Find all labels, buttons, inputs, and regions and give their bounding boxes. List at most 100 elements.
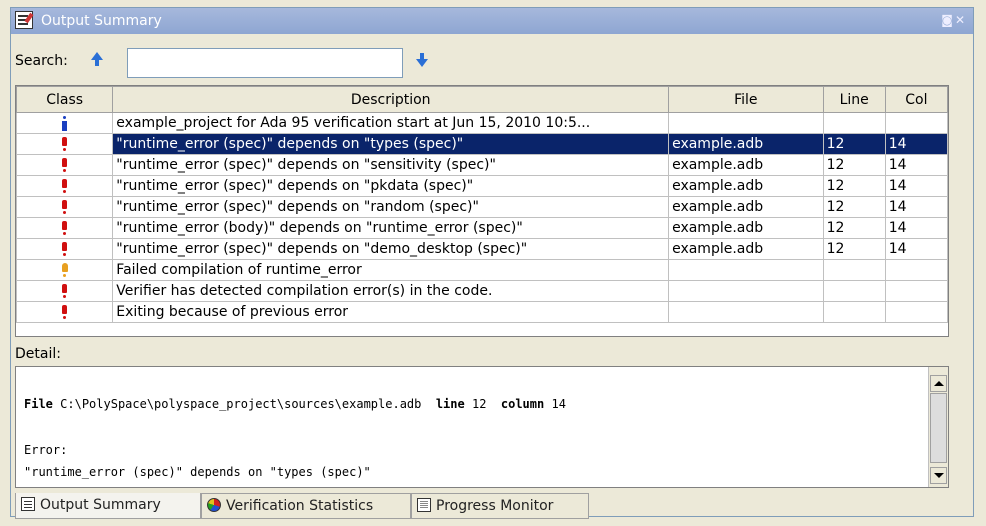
description-cell: Verifier has detected compilation error(… xyxy=(112,280,670,302)
description-cell: "runtime_error (body)" depends on "runti… xyxy=(112,217,670,239)
search-next-arrow-icon[interactable] xyxy=(416,53,428,67)
description-cell: Failed compilation of runtime_error xyxy=(112,259,670,281)
table-row[interactable]: Exiting because of previous error xyxy=(16,301,948,323)
class-cell xyxy=(16,112,114,134)
col-cell xyxy=(884,280,948,302)
column-keyword: column xyxy=(500,397,545,411)
detail-error-message: "runtime_error (spec)" depends on "types… xyxy=(24,465,371,479)
tab-label: Output Summary xyxy=(40,497,161,513)
table-row[interactable]: "runtime_error (spec)" depends on "sensi… xyxy=(16,154,948,176)
search-label: Search: xyxy=(15,53,68,69)
class-cell xyxy=(16,175,114,197)
warning-icon xyxy=(61,263,68,277)
line-keyword: line xyxy=(435,397,465,411)
output-summary-icon xyxy=(15,11,33,29)
col-cell: 14 xyxy=(884,154,948,176)
line-cell: 12 xyxy=(822,154,886,176)
tab-label: Verification Statistics xyxy=(226,498,374,514)
detail-scrollbar[interactable] xyxy=(928,367,948,487)
table-row[interactable]: "runtime_error (body)" depends on "runti… xyxy=(16,217,948,239)
class-cell xyxy=(16,154,114,176)
detail-scroll-down-button[interactable] xyxy=(930,467,947,484)
table-scrollbar[interactable] xyxy=(948,113,949,336)
detail-line-value: 12 xyxy=(471,397,487,411)
detail-error-label: Error: xyxy=(24,443,68,457)
info-icon xyxy=(62,115,68,131)
line-cell: 12 xyxy=(822,133,886,155)
table-header: Class Description File Line Col xyxy=(16,86,948,113)
search-bar: Search: xyxy=(11,35,973,81)
window-controls[interactable]: ◙✕ xyxy=(941,13,967,27)
search-previous-arrow-icon[interactable] xyxy=(91,52,103,66)
column-header-description[interactable]: Description xyxy=(112,86,670,113)
tab-verification-statistics[interactable]: Verification Statistics xyxy=(201,493,411,519)
detail-scroll-up-button[interactable] xyxy=(930,375,947,392)
title-bar[interactable]: Output Summary ◙✕ xyxy=(11,8,973,34)
table-row[interactable]: Verifier has detected compilation error(… xyxy=(16,280,948,302)
file-cell: example.adb xyxy=(668,238,824,260)
class-cell xyxy=(16,196,114,218)
tab-output-summary[interactable]: Output Summary xyxy=(15,493,201,519)
file-cell xyxy=(668,301,824,323)
pie-chart-icon xyxy=(207,498,221,512)
detail-column-value: 14 xyxy=(551,397,566,411)
class-cell xyxy=(16,217,114,239)
tab-label: Progress Monitor xyxy=(436,498,554,514)
line-cell xyxy=(822,280,886,302)
detail-panel[interactable]: File C:\PolySpace\polyspace_project\sour… xyxy=(15,366,949,488)
line-cell: 12 xyxy=(822,196,886,218)
column-header-class[interactable]: Class xyxy=(16,86,114,113)
file-cell: example.adb xyxy=(668,133,824,155)
col-cell: 14 xyxy=(884,217,948,239)
column-header-line[interactable]: Line xyxy=(822,86,886,113)
line-cell: 12 xyxy=(822,238,886,260)
table-row[interactable]: "runtime_error (spec)" depends on "types… xyxy=(16,133,948,155)
file-cell: example.adb xyxy=(668,196,824,218)
error-icon xyxy=(62,284,68,298)
error-icon xyxy=(62,200,68,214)
error-icon xyxy=(62,221,68,235)
output-table: Class Description File Line Col example_… xyxy=(15,85,949,337)
description-cell: example_project for Ada 95 verification … xyxy=(112,112,670,134)
line-cell: 12 xyxy=(822,217,886,239)
window-title: Output Summary xyxy=(41,13,162,29)
description-cell: "runtime_error (spec)" depends on "pkdat… xyxy=(112,175,670,197)
file-cell xyxy=(668,259,824,281)
class-cell xyxy=(16,259,114,281)
column-header-col[interactable]: Col xyxy=(884,86,948,113)
line-cell xyxy=(822,259,886,281)
class-cell xyxy=(16,280,114,302)
table-row[interactable]: "runtime_error (spec)" depends on "demo_… xyxy=(16,238,948,260)
table-row[interactable]: example_project for Ada 95 verification … xyxy=(16,112,948,134)
tab-progress-monitor[interactable]: Progress Monitor xyxy=(411,493,589,519)
detail-file-path: C:\PolySpace\polyspace_project\sources\e… xyxy=(60,397,422,411)
monitor-icon xyxy=(417,498,431,512)
file-cell xyxy=(668,280,824,302)
col-cell: 14 xyxy=(884,133,948,155)
line-cell xyxy=(822,112,886,134)
col-cell: 14 xyxy=(884,196,948,218)
summary-icon xyxy=(21,497,35,511)
table-row[interactable]: "runtime_error (spec)" depends on "rando… xyxy=(16,196,948,218)
description-cell: Exiting because of previous error xyxy=(112,301,670,323)
description-cell: "runtime_error (spec)" depends on "sensi… xyxy=(112,154,670,176)
detail-file-line: File C:\PolySpace\polyspace_project\sour… xyxy=(24,397,566,411)
file-cell: example.adb xyxy=(668,217,824,239)
error-icon xyxy=(62,137,68,151)
error-icon xyxy=(62,305,68,319)
class-cell xyxy=(16,133,114,155)
description-cell: "runtime_error (spec)" depends on "types… xyxy=(112,133,670,155)
line-cell xyxy=(822,301,886,323)
search-input[interactable] xyxy=(127,48,403,78)
detail-label: Detail: xyxy=(15,346,61,362)
table-row[interactable]: "runtime_error (spec)" depends on "pkdat… xyxy=(16,175,948,197)
file-cell: example.adb xyxy=(668,175,824,197)
column-header-file[interactable]: File xyxy=(668,86,824,113)
col-cell xyxy=(884,259,948,281)
file-keyword: File xyxy=(24,397,53,411)
description-cell: "runtime_error (spec)" depends on "demo_… xyxy=(112,238,670,260)
detail-scroll-thumb[interactable] xyxy=(930,393,947,463)
table-row[interactable]: Failed compilation of runtime_error xyxy=(16,259,948,281)
output-summary-window: Output Summary ◙✕ Search: Class Descript… xyxy=(10,7,974,519)
class-cell xyxy=(16,301,114,323)
